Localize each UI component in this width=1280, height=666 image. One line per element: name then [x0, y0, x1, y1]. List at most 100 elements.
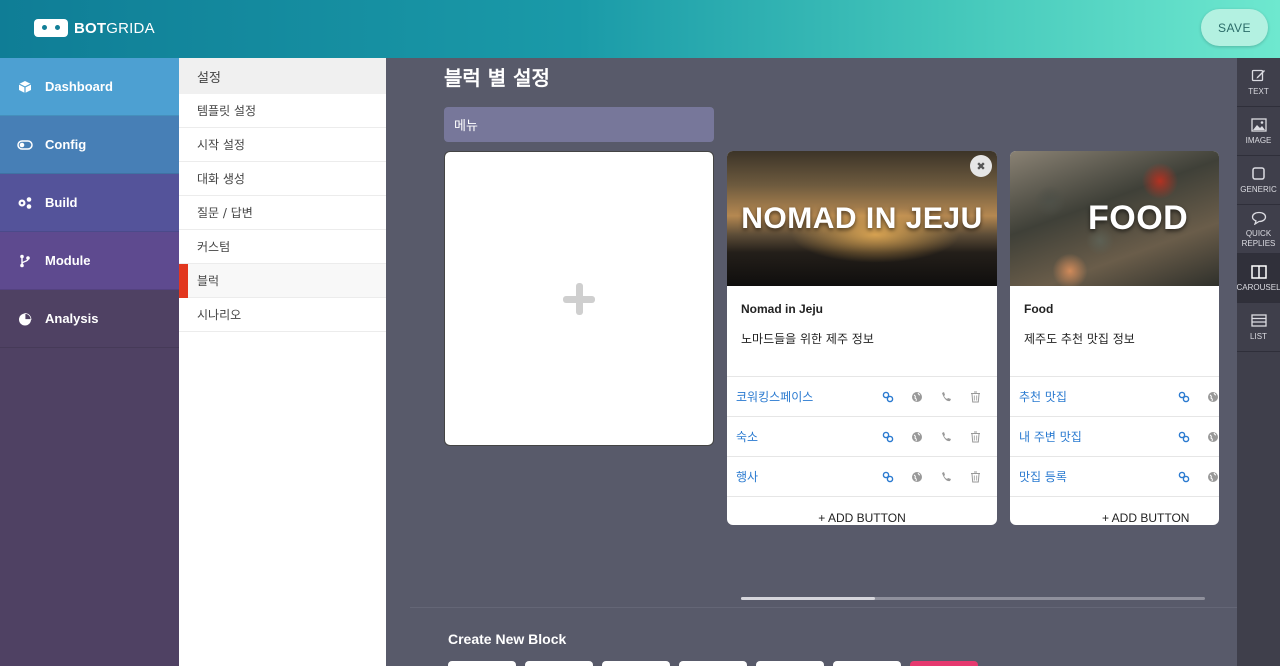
phone-icon[interactable] — [938, 429, 954, 445]
new-block-option[interactable] — [833, 661, 901, 666]
add-button[interactable]: + ADD BUTTON — [727, 497, 997, 525]
branch-icon — [17, 253, 33, 269]
new-block-types — [448, 661, 978, 666]
tool-generic[interactable]: GENERIC — [1237, 156, 1280, 205]
link-icon[interactable] — [1176, 429, 1192, 445]
carousel-card: NOMAD IN JEJU ✖ Nomad in Jeju 노마드들을 위한 제… — [727, 151, 997, 525]
submenu-item-scenario[interactable]: 시나리오 — [179, 298, 386, 332]
card-button-label[interactable]: 코워킹스페이스 — [736, 388, 813, 405]
card-title[interactable]: Food — [1010, 286, 1219, 316]
toggle-icon — [17, 137, 33, 153]
globe-icon[interactable] — [1205, 469, 1219, 485]
cube-icon — [17, 79, 33, 95]
nav-label: Analysis — [45, 311, 99, 326]
new-block-option[interactable] — [448, 661, 516, 666]
card-title[interactable]: Nomad in Jeju — [727, 286, 997, 316]
card-button-label[interactable]: 내 주변 맛집 — [1019, 428, 1082, 445]
right-toolbar: TEXT IMAGE GENERIC QUICK REPLIES CAROUSE… — [1237, 58, 1280, 666]
link-icon[interactable] — [1176, 469, 1192, 485]
divider — [410, 607, 1237, 608]
card-button-label[interactable]: 맛집 등록 — [1019, 468, 1067, 485]
link-icon[interactable] — [880, 429, 896, 445]
trash-icon[interactable] — [967, 429, 983, 445]
submenu-item-dialog[interactable]: 대화 생성 — [179, 162, 386, 196]
card-image-text: NOMAD IN JEJU — [741, 201, 983, 235]
card-button-row[interactable]: 추천 맛집 — [1010, 377, 1219, 417]
list-icon — [1250, 313, 1267, 329]
settings-submenu: 설정 템플릿 설정 시작 설정 대화 생성 질문 / 답변 커스텀 블럭 시나리… — [179, 58, 386, 666]
card-button-label[interactable]: 추천 맛집 — [1019, 388, 1067, 405]
add-button[interactable]: + ADD BUTTON — [1010, 497, 1219, 525]
plus-icon — [563, 282, 595, 315]
submenu-header: 설정 — [179, 58, 386, 94]
card-buttons: 코워킹스페이스 숙소 행사 — [727, 376, 997, 497]
card-button-row[interactable]: 맛집 등록 — [1010, 457, 1219, 497]
card-button-row[interactable]: 숙소 — [727, 417, 997, 457]
robot-logo-icon — [34, 19, 68, 37]
tool-list[interactable]: LIST — [1237, 303, 1280, 352]
nav-label: Module — [45, 253, 91, 268]
card-image[interactable]: FOOD — [1010, 151, 1219, 286]
edit-icon — [1251, 68, 1267, 84]
add-card-button[interactable] — [444, 151, 714, 446]
speech-bubble-icon — [1251, 210, 1267, 226]
submenu-item-block[interactable]: 블럭 — [179, 264, 386, 298]
card-button-label[interactable]: 행사 — [736, 468, 758, 485]
image-icon — [1250, 117, 1267, 133]
card-button-label[interactable]: 숙소 — [736, 428, 758, 445]
submenu-item-qa[interactable]: 질문 / 답변 — [179, 196, 386, 230]
nav-label: Build — [45, 195, 78, 210]
new-block-option[interactable] — [910, 661, 978, 666]
card-buttons: 추천 맛집 내 주변 맛집 맛집 등록 — [1010, 376, 1219, 497]
carousel-card: FOOD Food 제주도 추천 맛집 정보 추천 맛집 내 주변 맛집 맛집 … — [1010, 151, 1219, 525]
submenu-item-custom[interactable]: 커스텀 — [179, 230, 386, 264]
globe-icon[interactable] — [909, 389, 925, 405]
globe-icon[interactable] — [1205, 389, 1219, 405]
link-icon[interactable] — [880, 469, 896, 485]
tool-text[interactable]: TEXT — [1237, 58, 1280, 107]
new-block-option[interactable] — [756, 661, 824, 666]
nav-item-dashboard[interactable]: Dashboard — [0, 58, 179, 116]
phone-icon[interactable] — [938, 389, 954, 405]
pie-chart-icon — [17, 311, 33, 327]
tool-image[interactable]: IMAGE — [1237, 107, 1280, 156]
new-block-option[interactable] — [602, 661, 670, 666]
close-icon[interactable]: ✖ — [970, 155, 992, 177]
link-icon[interactable] — [1176, 389, 1192, 405]
left-nav: Dashboard Config Build Module Analysis — [0, 58, 179, 666]
tool-quick-replies[interactable]: QUICK REPLIES — [1237, 205, 1280, 254]
card-button-row[interactable]: 행사 — [727, 457, 997, 497]
nav-item-analysis[interactable]: Analysis — [0, 290, 179, 348]
page-title: 블럭 별 설정 — [444, 66, 550, 90]
scrollbar-thumb[interactable] — [741, 597, 875, 600]
carousel-scrollbar[interactable] — [741, 597, 1205, 600]
nav-label: Dashboard — [45, 79, 113, 94]
nav-item-build[interactable]: Build — [0, 174, 179, 232]
card-description[interactable]: 노마드들을 위한 제주 정보 — [727, 316, 997, 362]
nav-label: Config — [45, 137, 87, 152]
card-image[interactable]: NOMAD IN JEJU ✖ — [727, 151, 997, 286]
trash-icon[interactable] — [967, 389, 983, 405]
save-button[interactable]: SAVE — [1201, 9, 1268, 46]
link-icon[interactable] — [880, 389, 896, 405]
tool-carousel[interactable]: CAROUSEL — [1237, 254, 1280, 303]
submenu-item-start[interactable]: 시작 설정 — [179, 128, 386, 162]
logo-text: BOTGRIDA — [74, 19, 155, 37]
new-block-option[interactable] — [525, 661, 593, 666]
block-name-field[interactable]: 메뉴 — [444, 107, 714, 142]
main-content: 블럭 별 설정 메뉴 NOMAD IN JEJU ✖ Nomad in Jeju… — [386, 58, 1237, 666]
nav-item-config[interactable]: Config — [0, 116, 179, 174]
trash-icon[interactable] — [967, 469, 983, 485]
new-block-option[interactable] — [679, 661, 747, 666]
submenu-item-template[interactable]: 템플릿 설정 — [179, 94, 386, 128]
card-button-row[interactable]: 내 주변 맛집 — [1010, 417, 1219, 457]
globe-icon[interactable] — [1205, 429, 1219, 445]
nav-item-module[interactable]: Module — [0, 232, 179, 290]
card-button-row[interactable]: 코워킹스페이스 — [727, 377, 997, 417]
logo[interactable]: BOTGRIDA — [34, 19, 155, 37]
card-description[interactable]: 제주도 추천 맛집 정보 — [1010, 316, 1219, 362]
phone-icon[interactable] — [938, 469, 954, 485]
globe-icon[interactable] — [909, 469, 925, 485]
globe-icon[interactable] — [909, 429, 925, 445]
create-new-block-title: Create New Block — [448, 631, 567, 647]
